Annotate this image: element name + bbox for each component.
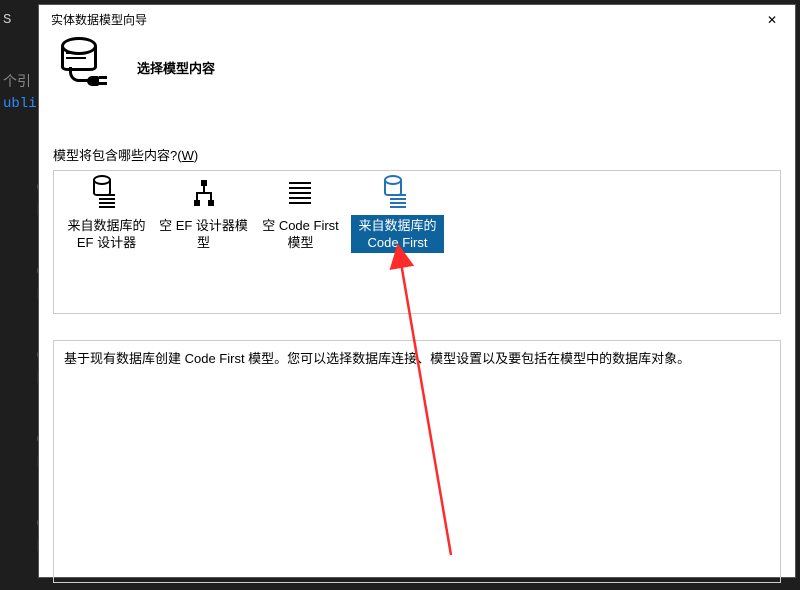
code-fragment: 0: [3, 430, 43, 451]
option-label: 来自数据库的 Code First: [351, 215, 444, 253]
code-fragment: 0: [3, 514, 43, 535]
wizard-step-title: 选择模型内容: [137, 58, 215, 77]
code-fragment: 0: [3, 262, 43, 283]
code-fragment: p: [3, 451, 43, 472]
model-options-list: 来自数据库的 EF 设计器 空 EF 设计器模型 空 Code First 模型…: [53, 170, 781, 314]
code-fragment: 个引: [3, 73, 43, 94]
code-fragment: [: [3, 493, 43, 514]
code-fragment: p: [3, 199, 43, 220]
empty-designer-icon: [157, 177, 250, 211]
close-icon: ✕: [767, 13, 777, 27]
option-code-first-from-db[interactable]: 来自数据库的 Code First: [351, 177, 444, 253]
code-fragment: S: [3, 10, 43, 31]
option-ef-designer-from-db[interactable]: 来自数据库的 EF 设计器: [60, 177, 153, 253]
wizard-content: 模型将包含哪些内容?(W) 来自数据库的 EF 设计器 空 EF 设计器模型 空…: [53, 145, 781, 583]
dialog-title: 实体数据模型向导: [51, 5, 749, 35]
code-fragment: [: [3, 325, 43, 346]
option-description: 基于现有数据库创建 Code First 模型。您可以选择数据库连接、模型设置以…: [53, 340, 781, 583]
dialog-title-bar: 实体数据模型向导 ✕: [39, 5, 795, 35]
code-first-db-icon: [351, 177, 444, 211]
code-fragment: 0: [3, 346, 43, 367]
code-fragment: p: [3, 535, 43, 556]
empty-code-first-icon: [254, 177, 347, 211]
option-label: 空 EF 设计器模型: [157, 215, 250, 253]
shortcut-key: W: [182, 148, 194, 163]
entity-data-model-wizard-dialog: 实体数据模型向导 ✕ 选择模型内容 模型将包含哪些内容?(W) 来自数据库的 E…: [38, 4, 796, 578]
code-fragment: [: [3, 157, 43, 178]
option-empty-code-first[interactable]: 空 Code First 模型: [254, 177, 347, 253]
model-content-question: 模型将包含哪些内容?(W): [53, 145, 781, 164]
code-fragment: ubli: [3, 94, 43, 115]
code-fragment: [: [3, 241, 43, 262]
wizard-header: 选择模型内容: [39, 35, 795, 103]
database-plug-icon: [55, 39, 121, 95]
option-empty-ef-designer[interactable]: 空 EF 设计器模型: [157, 177, 250, 253]
option-label: 空 Code First 模型: [254, 215, 347, 253]
option-label: 来自数据库的 EF 设计器: [60, 215, 153, 253]
close-button[interactable]: ✕: [749, 5, 795, 35]
code-fragment: [: [3, 409, 43, 430]
code-fragment: p: [3, 283, 43, 304]
ef-designer-db-icon: [60, 177, 153, 211]
code-fragment: p: [3, 367, 43, 388]
code-fragment: 0: [3, 178, 43, 199]
